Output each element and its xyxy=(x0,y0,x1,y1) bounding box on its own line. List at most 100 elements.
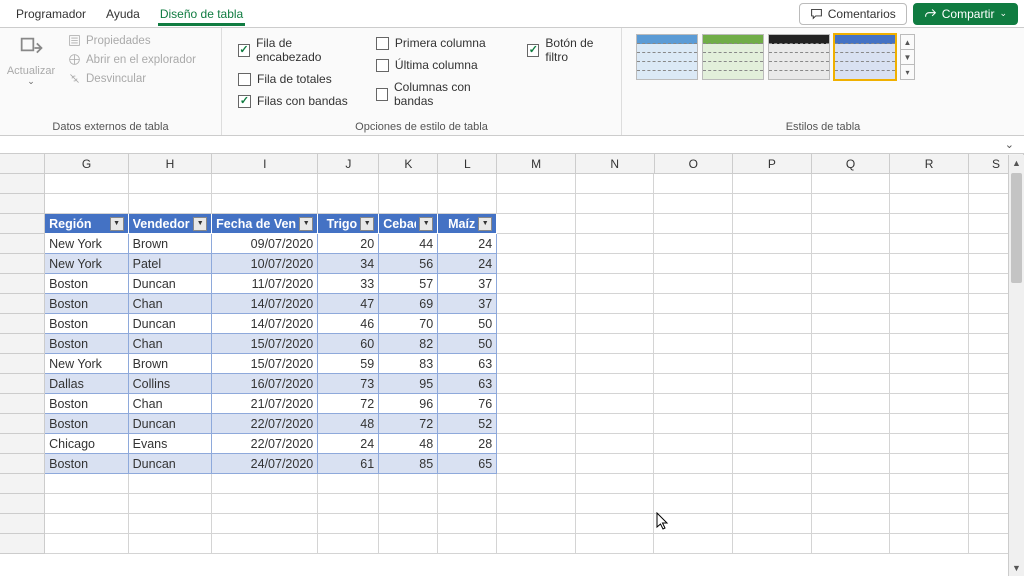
row-header[interactable] xyxy=(0,374,45,394)
col-header-M[interactable]: M xyxy=(497,154,576,174)
desvincular-button[interactable]: Desvincular xyxy=(68,72,196,85)
cell[interactable] xyxy=(654,494,733,514)
cell[interactable] xyxy=(890,334,969,354)
style-swatch-2[interactable] xyxy=(702,34,764,80)
propiedades-button[interactable]: Propiedades xyxy=(68,34,196,47)
table-cell[interactable]: 73 xyxy=(318,374,379,394)
table-cell[interactable]: Boston xyxy=(45,394,129,414)
cell[interactable] xyxy=(654,454,733,474)
cell[interactable] xyxy=(45,494,129,514)
col-header-J[interactable]: J xyxy=(318,154,379,174)
table-cell[interactable]: Chan xyxy=(129,334,213,354)
cell[interactable] xyxy=(890,414,969,434)
cell[interactable] xyxy=(318,194,379,214)
cell[interactable] xyxy=(654,274,733,294)
cell[interactable] xyxy=(890,354,969,374)
table-cell[interactable]: Evans xyxy=(129,434,213,454)
table-cell[interactable]: 34 xyxy=(318,254,379,274)
cell[interactable] xyxy=(438,194,497,214)
table-cell[interactable]: 65 xyxy=(438,454,497,474)
cell[interactable] xyxy=(890,294,969,314)
cell[interactable] xyxy=(812,434,891,454)
table-cell[interactable]: 47 xyxy=(318,294,379,314)
cell[interactable] xyxy=(576,454,655,474)
row-header[interactable] xyxy=(0,534,45,554)
cell[interactable] xyxy=(812,514,891,534)
table-cell[interactable]: 14/07/2020 xyxy=(212,314,318,334)
cell[interactable] xyxy=(733,294,812,314)
cell[interactable] xyxy=(497,474,576,494)
table-cell[interactable]: 69 xyxy=(379,294,438,314)
cell[interactable] xyxy=(576,254,655,274)
table-cell[interactable]: 52 xyxy=(438,414,497,434)
cell[interactable] xyxy=(890,174,969,194)
cell[interactable] xyxy=(576,374,655,394)
cell[interactable] xyxy=(654,254,733,274)
table-cell[interactable]: Boston xyxy=(45,334,129,354)
cell[interactable] xyxy=(576,174,655,194)
cell[interactable] xyxy=(733,534,812,554)
cell[interactable] xyxy=(654,234,733,254)
cell[interactable] xyxy=(497,214,576,234)
table-cell[interactable]: 61 xyxy=(318,454,379,474)
table-cell[interactable]: 60 xyxy=(318,334,379,354)
table-cell[interactable]: Brown xyxy=(129,234,213,254)
cell[interactable] xyxy=(733,174,812,194)
style-swatch-1[interactable] xyxy=(636,34,698,80)
col-header-K[interactable]: K xyxy=(379,154,438,174)
cell[interactable] xyxy=(654,514,733,534)
table-cell[interactable]: Boston xyxy=(45,314,129,334)
cell[interactable] xyxy=(576,194,655,214)
check-ultima-columna[interactable]: Última columna xyxy=(376,58,503,72)
cell[interactable] xyxy=(576,474,655,494)
cell[interactable] xyxy=(212,534,318,554)
table-cell[interactable]: 24 xyxy=(318,434,379,454)
abrir-explorador-button[interactable]: Abrir en el explorador xyxy=(68,53,196,66)
cell[interactable] xyxy=(318,534,379,554)
cell[interactable] xyxy=(812,174,891,194)
cell[interactable] xyxy=(812,214,891,234)
cell[interactable] xyxy=(890,434,969,454)
filter-button[interactable]: ▼ xyxy=(478,217,492,231)
cell[interactable] xyxy=(129,474,213,494)
cell[interactable] xyxy=(318,474,379,494)
cell[interactable] xyxy=(379,474,438,494)
cell[interactable] xyxy=(812,194,891,214)
row-header[interactable] xyxy=(0,394,45,414)
table-cell[interactable]: 14/07/2020 xyxy=(212,294,318,314)
cell[interactable] xyxy=(497,434,576,454)
table-cell[interactable]: Duncan xyxy=(129,314,213,334)
cell[interactable] xyxy=(129,174,213,194)
cell[interactable] xyxy=(812,414,891,434)
cell[interactable] xyxy=(379,174,438,194)
row-header[interactable] xyxy=(0,234,45,254)
cell[interactable] xyxy=(654,434,733,454)
cell[interactable] xyxy=(576,274,655,294)
cell[interactable] xyxy=(890,234,969,254)
cell[interactable] xyxy=(129,534,213,554)
cell[interactable] xyxy=(497,514,576,534)
table-cell[interactable]: Chan xyxy=(129,294,213,314)
cell[interactable] xyxy=(654,334,733,354)
table-cell[interactable]: Chicago xyxy=(45,434,129,454)
cell[interactable] xyxy=(890,494,969,514)
cell[interactable] xyxy=(654,374,733,394)
table-cell[interactable]: 46 xyxy=(318,314,379,334)
row-header[interactable] xyxy=(0,454,45,474)
row-header[interactable] xyxy=(0,254,45,274)
check-filas-bandas[interactable]: Filas con bandas xyxy=(238,94,352,108)
cell[interactable] xyxy=(733,454,812,474)
cell[interactable] xyxy=(576,294,655,314)
table-cell[interactable]: Duncan xyxy=(129,274,213,294)
table-header-cell[interactable]: Cebada▼ xyxy=(379,214,438,234)
cell[interactable] xyxy=(497,414,576,434)
cell[interactable] xyxy=(812,374,891,394)
cell[interactable] xyxy=(576,534,655,554)
cell[interactable] xyxy=(890,254,969,274)
cell[interactable] xyxy=(890,514,969,534)
cell[interactable] xyxy=(890,274,969,294)
cell[interactable] xyxy=(812,274,891,294)
cell[interactable] xyxy=(129,194,213,214)
cell[interactable] xyxy=(318,494,379,514)
cell[interactable] xyxy=(212,494,318,514)
